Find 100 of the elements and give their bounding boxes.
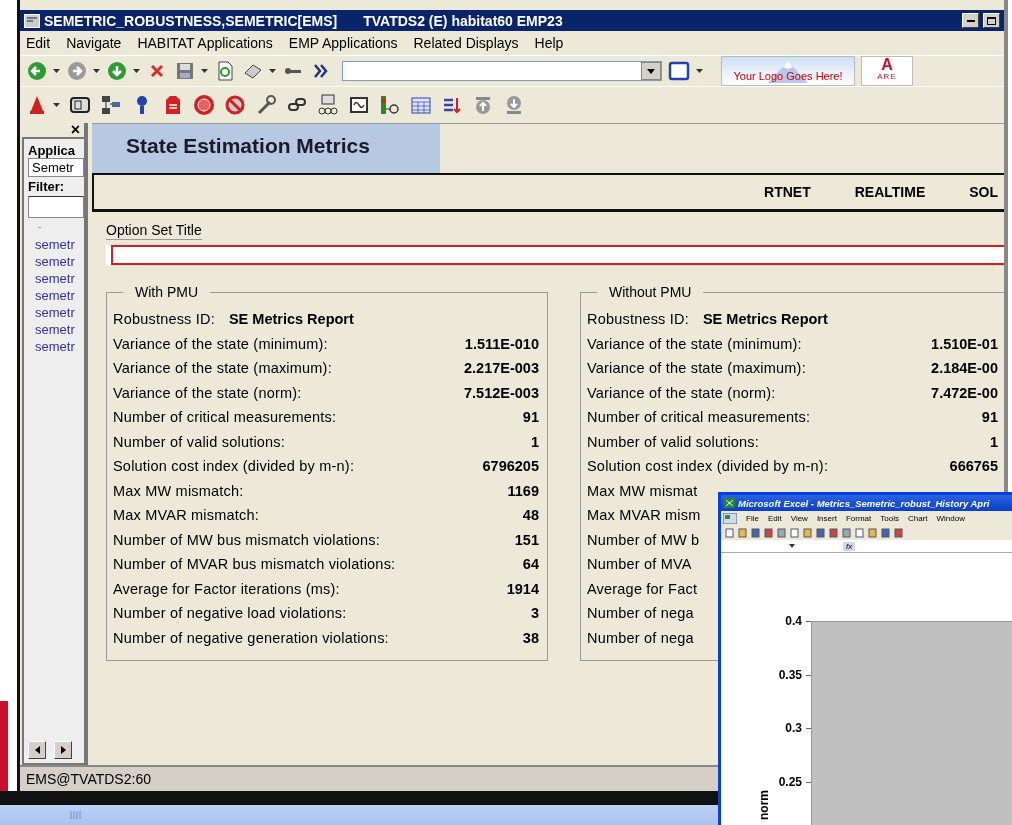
sidebar-item[interactable]: semetr xyxy=(35,236,84,253)
field-value: 64 xyxy=(521,556,539,573)
back-icon[interactable] xyxy=(26,60,48,82)
download-icon[interactable] xyxy=(106,60,128,82)
menu-item[interactable]: Insert xyxy=(816,514,837,523)
field-label: Variance of the state (norm): xyxy=(113,384,302,401)
field-value: SE Metrics Report xyxy=(702,311,829,328)
caret-icon[interactable] xyxy=(53,103,60,107)
field-label: Max MVAR mismatch: xyxy=(113,507,259,524)
field-label: Number of negative load violations: xyxy=(113,605,347,622)
field-value: 38 xyxy=(521,629,539,646)
menu-item[interactable]: View xyxy=(790,514,808,523)
window-icon[interactable] xyxy=(668,61,690,81)
caret-icon[interactable] xyxy=(269,69,276,73)
status-text: EMS@TVATDS2:60 xyxy=(26,771,151,787)
minimize-icon[interactable] xyxy=(966,19,975,22)
tick-label: 0.25 xyxy=(778,775,802,788)
menu-item[interactable]: HABITAT Applications xyxy=(137,35,273,51)
field-value: 151 xyxy=(513,531,539,548)
function-label[interactable]: fx xyxy=(843,541,856,551)
field-label: Number of MVAR bus mismatch violations: xyxy=(113,556,396,573)
sidebar-item[interactable]: semetr xyxy=(35,287,84,304)
window-title: Microsoft Excel - Metrics_Semetric_robust_History Apri xyxy=(738,497,990,509)
save-icon[interactable] xyxy=(174,60,196,82)
menu-item[interactable]: Window xyxy=(936,514,965,523)
column-header: REALTIME xyxy=(854,184,926,200)
workbook-icon[interactable] xyxy=(723,513,737,524)
field-value: 91 xyxy=(521,409,539,426)
window-title: SEMETRIC_ROBUSTNESS,SEMETRIC[EMS] xyxy=(44,12,338,29)
field-label: Max MW mismatch: xyxy=(113,482,244,499)
option-set-field[interactable] xyxy=(106,244,1004,266)
caret-icon[interactable] xyxy=(133,69,140,73)
filter-field[interactable] xyxy=(28,196,84,218)
maximize-icon[interactable] xyxy=(987,16,996,25)
sidebar-item[interactable]: semetr xyxy=(35,338,84,355)
maximize-button[interactable] xyxy=(983,13,1000,28)
field-label: Average for Factor iterations (ms): xyxy=(113,580,340,597)
menu-item[interactable]: Chart xyxy=(907,514,928,523)
menu-item[interactable]: Related Displays xyxy=(413,35,519,51)
group-title: Without PMU xyxy=(597,284,704,300)
minimize-button[interactable] xyxy=(962,13,979,28)
caret-icon[interactable] xyxy=(53,69,60,73)
sidebar-item[interactable]: semetr xyxy=(35,321,84,338)
axis-title: norm xyxy=(757,790,771,820)
close-button[interactable]: × xyxy=(70,123,84,137)
oscilloscope-icon[interactable] xyxy=(348,94,370,116)
caret-icon[interactable] xyxy=(93,69,100,73)
field-value: 7.472E-00 xyxy=(930,384,998,401)
caret-icon[interactable] xyxy=(201,69,208,73)
app-icon xyxy=(24,13,40,28)
field-label: Number of valid solutions: xyxy=(113,433,286,450)
field-value: SE Metrics Report xyxy=(228,311,355,328)
menu-item[interactable]: Navigate xyxy=(66,35,122,51)
calendar-icon[interactable] xyxy=(410,94,432,116)
menu-item[interactable]: File xyxy=(746,514,759,523)
applications-label: Applica xyxy=(28,143,76,158)
scroll-left-button[interactable] xyxy=(28,741,46,759)
menu-item[interactable]: Tools xyxy=(880,514,899,523)
grip-icon xyxy=(70,811,82,819)
forward-icon[interactable] xyxy=(66,60,88,82)
menu-item[interactable]: Format xyxy=(845,514,872,523)
sidebar-item[interactable]: semetr xyxy=(35,304,84,321)
field-value: 1169 xyxy=(506,482,539,499)
field-value: 48 xyxy=(521,507,539,524)
field-value: 3 xyxy=(529,605,539,622)
network-tree-icon[interactable] xyxy=(100,94,122,116)
field-label: Number of nega xyxy=(587,605,694,622)
dropdown-arrow-icon[interactable] xyxy=(647,68,655,74)
field-value: 1.510E-01 xyxy=(930,335,998,352)
field-value: 91 xyxy=(980,409,998,426)
left-arrow-icon[interactable] xyxy=(34,746,40,754)
tick-label: 0.35 xyxy=(778,668,802,681)
menu-item[interactable]: EMP Applications xyxy=(288,35,398,51)
field-value: 1 xyxy=(529,433,539,450)
field-label: Variance of the state (norm): xyxy=(587,384,776,401)
spreadsheet-icon xyxy=(724,498,735,508)
menu-item[interactable]: Edit xyxy=(767,514,782,523)
field-label: Number of MVA xyxy=(587,556,692,573)
field-label: Solution cost index (divided by m-n): xyxy=(113,458,355,475)
caret-icon[interactable] xyxy=(696,69,703,73)
card-icon[interactable] xyxy=(69,94,91,116)
application-dropdown[interactable]: Semetr xyxy=(28,158,84,177)
sidebar-item[interactable]: semetr xyxy=(35,253,84,270)
caret-icon[interactable] xyxy=(789,544,795,548)
field-value: 6796205 xyxy=(481,458,539,475)
scroll-right-button[interactable] xyxy=(54,741,72,759)
sidebar-item[interactable]: semetr xyxy=(35,270,84,287)
group-title: With PMU xyxy=(123,284,210,300)
stop-icon[interactable] xyxy=(193,94,215,116)
field-label: Max MVAR mism xyxy=(587,507,701,524)
option-set-label: Option Set Title xyxy=(106,222,202,240)
meter-icon[interactable] xyxy=(379,94,401,116)
menu-item[interactable]: Help xyxy=(534,35,564,51)
prohibited-icon[interactable] xyxy=(224,94,246,116)
field-label: Number of nega xyxy=(587,629,694,646)
menu-item[interactable]: Edit xyxy=(26,35,51,51)
field-label: Number of valid solutions: xyxy=(587,433,760,450)
right-arrow-icon[interactable] xyxy=(60,746,66,754)
separator-mark: - xyxy=(37,220,43,234)
computer-network-icon[interactable] xyxy=(317,94,339,116)
